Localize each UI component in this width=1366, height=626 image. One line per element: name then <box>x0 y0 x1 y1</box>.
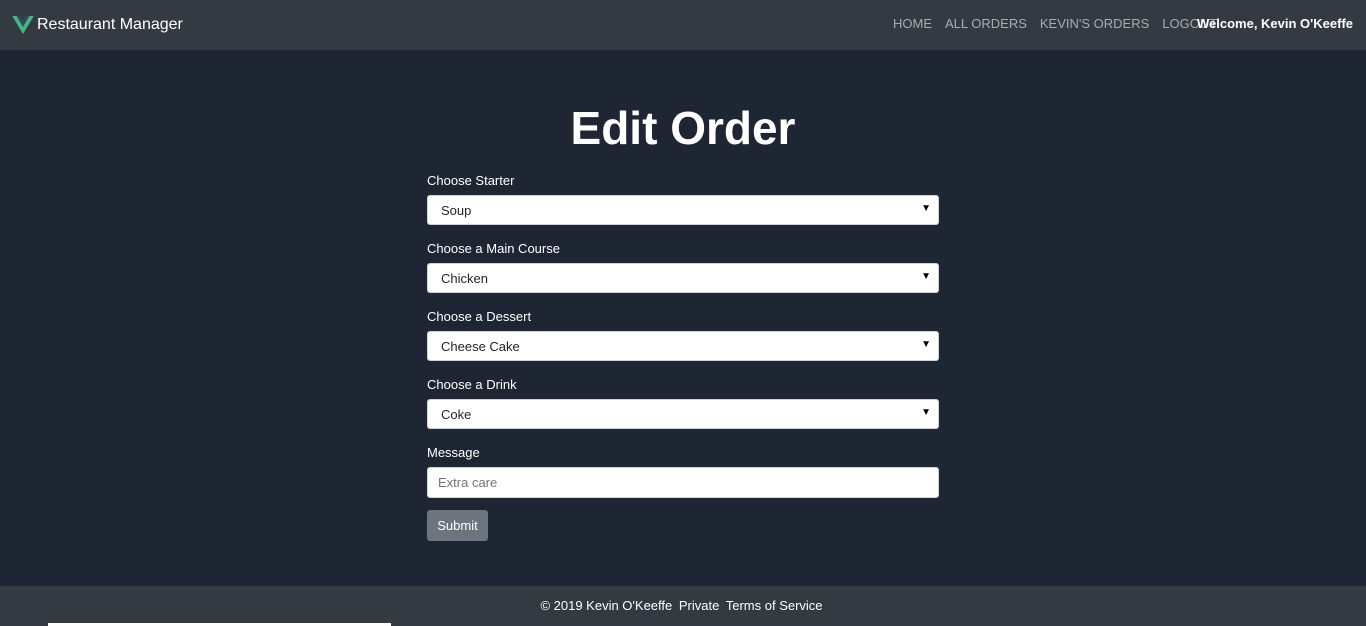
caret-down-icon: ▼ <box>921 271 931 282</box>
welcome-text: Welcome, Kevin O'Keeffe <box>1196 16 1353 31</box>
drink-select[interactable]: Coke ▼ <box>427 399 939 429</box>
vue-logo-icon <box>12 16 34 34</box>
starter-label: Choose Starter <box>427 173 515 188</box>
footer-copyright: © 2019 Kevin O'Keeffe <box>540 598 673 613</box>
caret-down-icon: ▼ <box>921 407 931 418</box>
message-input[interactable] <box>428 468 938 497</box>
footer: © 2019 Kevin O'Keeffe Private Terms of S… <box>0 586 1366 626</box>
starter-select[interactable]: Soup ▼ <box>427 195 939 225</box>
main-course-group: Choose a Main Course Chicken ▼ <box>427 240 939 293</box>
brand-name: Restaurant Manager <box>37 16 183 33</box>
main-course-select[interactable]: Chicken ▼ <box>427 263 939 293</box>
drink-label: Choose a Drink <box>427 377 517 392</box>
caret-down-icon: ▼ <box>921 203 931 214</box>
footer-content: © 2019 Kevin O'Keeffe Private Terms of S… <box>540 598 825 613</box>
footer-private-link[interactable]: Private <box>679 598 719 613</box>
starter-group: Choose Starter Soup ▼ <box>427 172 939 225</box>
edit-order-form: Choose Starter Soup ▼ Choose a Main Cour… <box>427 172 939 541</box>
main-course-label: Choose a Main Course <box>427 241 560 256</box>
caret-down-icon: ▼ <box>921 339 931 350</box>
dessert-label: Choose a Dessert <box>427 309 532 324</box>
submit-button[interactable]: Submit <box>427 510 488 541</box>
dessert-group: Choose a Dessert Cheese Cake ▼ <box>427 308 939 361</box>
dessert-select[interactable]: Cheese Cake ▼ <box>427 331 939 361</box>
nav-kevins-orders[interactable]: KEVIN'S ORDERS <box>1040 16 1149 31</box>
dessert-selected-value: Cheese Cake <box>441 339 520 354</box>
main-course-selected-value: Chicken <box>441 271 488 286</box>
drink-selected-value: Coke <box>441 407 472 422</box>
nav-home[interactable]: HOME <box>893 16 932 31</box>
navbar: Restaurant Manager HOME ALL ORDERS KEVIN… <box>0 0 1366 50</box>
page-title: Edit Order <box>570 102 796 154</box>
message-label: Message <box>427 445 480 460</box>
starter-selected-value: Soup <box>441 203 472 218</box>
brand-link[interactable]: Restaurant Manager <box>12 14 183 36</box>
nav-links: HOME ALL ORDERS KEVIN'S ORDERS LOGOUT <box>893 16 1230 31</box>
footer-terms-link[interactable]: Terms of Service <box>726 598 823 613</box>
drink-group: Choose a Drink Coke ▼ <box>427 376 939 429</box>
message-field <box>427 467 939 498</box>
message-group: Message <box>427 444 939 498</box>
nav-all-orders[interactable]: ALL ORDERS <box>945 16 1027 31</box>
